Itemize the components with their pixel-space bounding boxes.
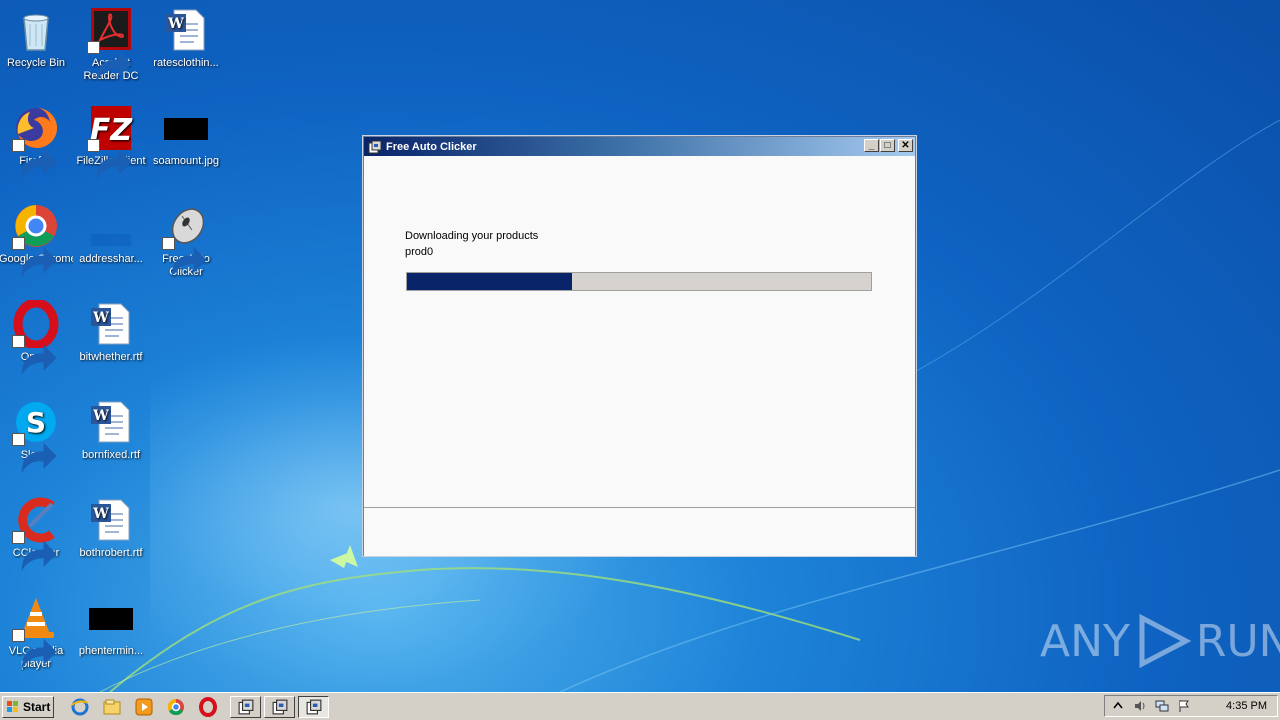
firefox-icon [12, 104, 60, 180]
desktop-icon[interactable]: Google Chrome [0, 202, 73, 278]
filezilla-icon: FZ [87, 104, 135, 180]
taskbar-app-button-1[interactable] [230, 695, 261, 718]
shortcut-arrow-icon [12, 237, 57, 278]
minimize-button[interactable]: _ [864, 139, 879, 152]
desktop-icon[interactable]: Wratesclothin... [149, 6, 223, 70]
play-logo-icon [1139, 613, 1192, 669]
shortcut-arrow-icon [87, 41, 132, 82]
show-hidden-icons-icon[interactable] [1111, 699, 1125, 713]
start-button[interactable]: Start [2, 695, 54, 718]
volume-icon[interactable] [1133, 699, 1147, 713]
blank-file-icon [87, 202, 135, 250]
chrome-icon [12, 202, 60, 278]
maximize-button[interactable]: □ [880, 139, 895, 152]
desktop-icon-label: Recycle Bin [6, 57, 66, 69]
svg-text:W: W [92, 408, 109, 424]
desktop-icon[interactable]: VLC media player [0, 594, 73, 671]
desktop-icon[interactable]: Wbitwhether.rtf [74, 300, 148, 364]
status-detail: prod0 [405, 246, 434, 258]
shortcut-arrow-icon [12, 629, 57, 670]
desktop-icon[interactable]: phentermin... [74, 594, 148, 658]
skype-icon: S [12, 398, 60, 474]
desktop-icon[interactable]: Free Auto Clicker [149, 202, 223, 279]
action-center-flag-icon[interactable] [1177, 699, 1191, 713]
file-explorer-icon[interactable] [102, 697, 122, 717]
svg-text:W: W [92, 310, 109, 326]
quick-launch [70, 696, 218, 717]
desktop-icon[interactable]: SSkype [0, 398, 73, 474]
maximize-icon: □ [884, 140, 891, 151]
image-thumbnail-icon [87, 594, 135, 642]
chrome-taskbar-icon[interactable] [166, 697, 186, 717]
window-titlebar[interactable]: Free Auto Clicker _ □ ✕ [364, 137, 915, 156]
desktop-icon[interactable]: CCleaner [0, 496, 73, 572]
windows-flag-icon [7, 700, 18, 712]
shortcut-arrow-icon [12, 531, 57, 572]
svg-text:W: W [92, 506, 109, 522]
taskbar-app-button-3[interactable] [298, 695, 329, 718]
network-icon[interactable] [1155, 699, 1169, 713]
window-title: Free Auto Clicker [386, 140, 477, 153]
mouse-icon [162, 202, 210, 278]
status-heading: Downloading your products [405, 230, 539, 242]
word-doc-icon: W [87, 398, 135, 446]
desktop-icon-label: phentermin... [78, 645, 144, 657]
start-label: Start [23, 699, 51, 714]
installer-icon [238, 699, 253, 714]
progress-fill [407, 273, 572, 290]
desktop-icon-label: addresshar... [79, 253, 143, 265]
desktop-icon[interactable]: Acrobat Reader DC [74, 6, 148, 83]
svg-text:W: W [167, 16, 184, 32]
opera-taskbar-icon[interactable] [198, 696, 218, 717]
desktop-icon[interactable]: Firefox [0, 104, 73, 180]
internet-explorer-icon[interactable] [70, 697, 90, 717]
desktop-icon[interactable]: Wbornfixed.rtf [74, 398, 148, 462]
desktop-icon-label: ratesclothin... [153, 57, 219, 69]
taskbar-app-button-2[interactable] [264, 695, 295, 718]
vlc-icon [12, 594, 60, 670]
desktop-icon-label: soamount.jpg [152, 155, 220, 167]
desktop-icon[interactable]: soamount.jpg [149, 104, 223, 168]
close-button[interactable]: ✕ [898, 139, 913, 152]
window-content: Downloading your products prod0 [364, 157, 915, 507]
shortcut-arrow-icon [12, 335, 57, 376]
desktop-icon[interactable]: addresshar... [74, 202, 148, 266]
shortcut-arrow-icon [12, 139, 57, 180]
free-auto-clicker-window[interactable]: Free Auto Clicker _ □ ✕ Downloading your… [363, 136, 916, 556]
desktop-icon[interactable]: Recycle Bin [0, 6, 73, 70]
download-progress-bar [406, 272, 872, 291]
shortcut-arrow-icon [12, 433, 57, 474]
opera-icon [12, 298, 60, 376]
desktop-icon-label: bitwhether.rtf [79, 351, 143, 363]
shortcut-arrow-icon [162, 237, 207, 278]
acrobat-icon [87, 6, 135, 82]
taskbar-clock[interactable]: 4:35 PM [1226, 700, 1267, 712]
shortcut-arrow-icon [87, 139, 132, 180]
window-footer [364, 507, 915, 556]
image-thumbnail-icon [162, 104, 210, 152]
recycle-bin-icon [12, 6, 60, 54]
installer-icon [272, 699, 287, 714]
watermark-text-left: ANY [1040, 615, 1130, 667]
installer-icon [306, 699, 321, 714]
desktop-icon[interactable]: FZ FileZilla Client [74, 104, 148, 180]
system-tray: 4:35 PM [1104, 695, 1278, 717]
desktop-icon[interactable]: Opera [0, 298, 73, 376]
taskbar: Start 4:35 PM [0, 692, 1280, 720]
close-icon: ✕ [901, 140, 910, 151]
minimize-icon: _ [868, 140, 875, 151]
desktop-icon-label: bothrobert.rtf [79, 547, 143, 559]
ccleaner-icon [12, 496, 60, 572]
word-doc-icon: W [162, 6, 210, 54]
desktop-icon-label: bornfixed.rtf [81, 449, 141, 461]
desktop-icon[interactable]: Wbothrobert.rtf [74, 496, 148, 560]
word-doc-icon: W [87, 496, 135, 544]
media-player-icon[interactable] [134, 697, 154, 717]
anyrun-watermark: ANY RUN [1040, 612, 1280, 670]
watermark-text-right: RUN [1195, 615, 1280, 667]
installer-icon [368, 140, 382, 154]
word-doc-icon: W [87, 300, 135, 348]
